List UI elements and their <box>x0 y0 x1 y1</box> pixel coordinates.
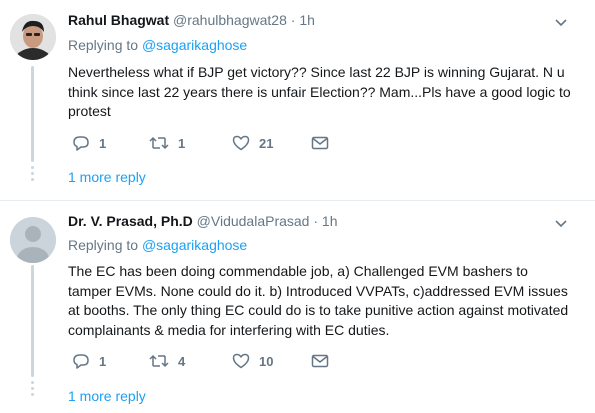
like-count: 21 <box>259 135 274 151</box>
avatar[interactable] <box>10 217 56 263</box>
tweet-text: The EC has been doing commendable job, a… <box>68 263 569 338</box>
tweet-header: Rahul Bhagwat @rahulbhagwat28 · 1h <box>68 12 315 28</box>
retweet-count: 1 <box>178 135 186 151</box>
retweet-icon <box>149 135 169 151</box>
replying-prefix: Replying to <box>68 37 139 53</box>
tweet[interactable]: Rahul Bhagwat @rahulbhagwat28 · 1h Reply… <box>0 0 595 200</box>
like-button[interactable]: 10 <box>232 351 273 371</box>
tweet-text: Nevertheless what if BJP get victory?? S… <box>68 64 571 119</box>
reply-button[interactable]: 1 <box>72 351 106 371</box>
tweet-actions: 1 4 10 <box>68 351 368 371</box>
reply-icon <box>72 135 90 151</box>
display-name[interactable]: Dr. V. Prasad, Ph.D <box>68 213 193 229</box>
message-button[interactable] <box>311 133 329 153</box>
avatar[interactable] <box>10 14 56 60</box>
separator: · <box>290 12 296 28</box>
retweet-icon <box>149 353 169 369</box>
user-handle[interactable]: @VidudalaPrasad <box>197 213 310 229</box>
retweet-count: 4 <box>178 353 186 369</box>
envelope-icon <box>311 136 329 150</box>
retweet-button[interactable]: 4 <box>149 351 185 371</box>
replying-prefix: Replying to <box>68 237 139 253</box>
reply-button[interactable]: 1 <box>72 133 106 153</box>
retweet-button[interactable]: 1 <box>149 133 185 153</box>
chevron-down-icon[interactable] <box>555 217 567 231</box>
mention-link[interactable]: @sagarikaghose <box>142 37 247 53</box>
message-button[interactable] <box>311 351 329 371</box>
replying-to: Replying to @sagarikaghose <box>68 37 247 53</box>
envelope-icon <box>311 354 329 368</box>
tweet[interactable]: Dr. V. Prasad, Ph.D @VidudalaPrasad · 1h… <box>0 200 595 413</box>
heart-icon <box>232 135 250 151</box>
timestamp[interactable]: 1h <box>322 213 338 229</box>
like-count: 10 <box>259 353 274 369</box>
thread-dots <box>31 381 34 399</box>
reply-count: 1 <box>99 135 107 151</box>
reply-icon <box>72 353 90 369</box>
more-replies-link[interactable]: 1 more reply <box>68 169 146 185</box>
timestamp[interactable]: 1h <box>299 12 315 28</box>
mention-link[interactable]: @sagarikaghose <box>142 237 247 253</box>
tweet-header: Dr. V. Prasad, Ph.D @VidudalaPrasad · 1h <box>68 213 338 229</box>
user-handle[interactable]: @rahulbhagwat28 <box>173 12 287 28</box>
heart-icon <box>232 353 250 369</box>
separator: · <box>313 213 319 229</box>
more-replies-link[interactable]: 1 more reply <box>68 388 146 404</box>
thread-dots <box>31 166 34 184</box>
thread-line <box>31 66 34 162</box>
reply-count: 1 <box>99 353 107 369</box>
thread-line <box>31 265 34 377</box>
like-button[interactable]: 21 <box>232 133 273 153</box>
replying-to: Replying to @sagarikaghose <box>68 237 247 253</box>
display-name[interactable]: Rahul Bhagwat <box>68 12 169 28</box>
chevron-down-icon[interactable] <box>555 16 567 30</box>
tweet-actions: 1 1 21 <box>68 133 368 153</box>
